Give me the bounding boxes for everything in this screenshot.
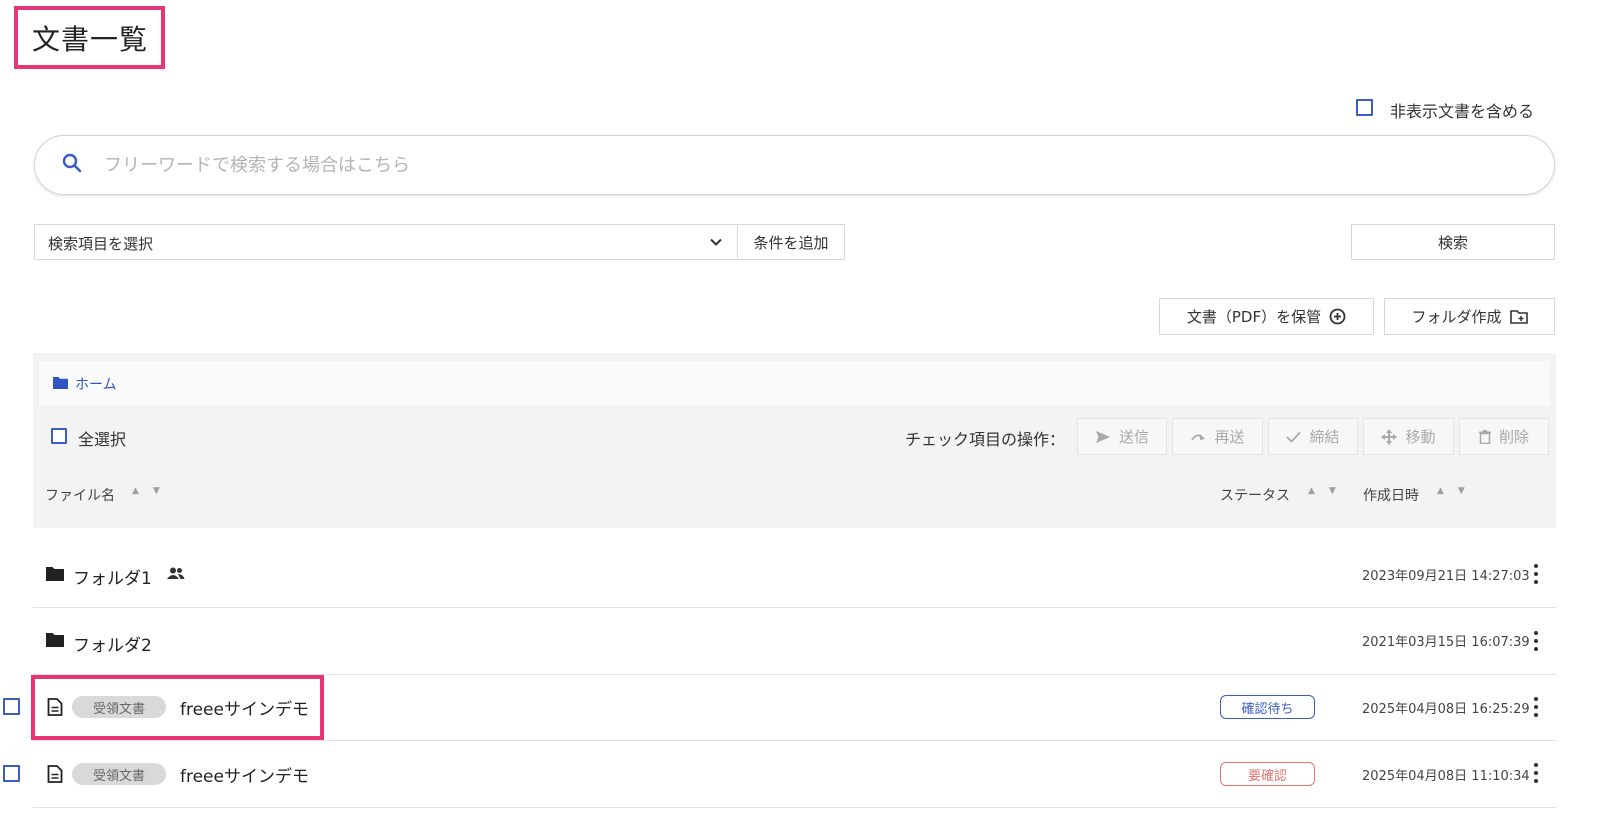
include-hidden-label[interactable]: 非表示文書を含める [1390, 98, 1534, 122]
table-row-date: 2025年04月08日 16:25:29 [1362, 702, 1530, 717]
select-all-checkbox[interactable] [51, 428, 67, 444]
check-icon [1286, 431, 1302, 443]
more-options-icon[interactable] [1533, 763, 1539, 783]
search-input[interactable] [104, 151, 1504, 179]
row-checkbox[interactable] [3, 698, 20, 715]
delete-label: 削除 [1498, 428, 1529, 446]
create-folder-label: フォルダ作成 [1411, 308, 1502, 326]
send-button[interactable]: 送信 [1077, 418, 1167, 455]
sort-arrows-icon[interactable]: ▲▼ [1437, 486, 1479, 496]
search-button[interactable]: 検索 [1351, 224, 1555, 260]
row-divider [33, 607, 1556, 608]
status-badge: 要確認 [1220, 762, 1315, 786]
sort-arrows-icon[interactable]: ▲▼ [132, 486, 174, 496]
column-header-status[interactable]: ステータス [1220, 485, 1290, 505]
chevron-down-icon[interactable] [708, 234, 724, 250]
move-button[interactable]: 移動 [1363, 418, 1454, 455]
move-icon [1381, 428, 1398, 445]
include-hidden-checkbox[interactable] [1356, 99, 1373, 116]
send-label: 送信 [1118, 428, 1149, 446]
folder-icon [46, 633, 64, 647]
folder-icon [46, 567, 64, 581]
resend-button[interactable]: 再送 [1172, 418, 1263, 455]
search-icon [62, 153, 82, 173]
row-divider [33, 807, 1556, 808]
row-divider [33, 740, 1556, 741]
table-row-name[interactable]: freeeサインデモ [180, 762, 309, 787]
table-row-date: 2023年09月21日 14:27:03 [1362, 569, 1530, 584]
search-field-select-label: 検索項目を選択 [48, 235, 154, 253]
table-row-name[interactable]: フォルダ2 [73, 631, 152, 656]
column-header-file-name[interactable]: ファイル名 [45, 485, 115, 505]
add-condition-label: 条件を追加 [753, 233, 829, 252]
bulk-operations-label: チェック項目の操作： [905, 430, 1066, 449]
shared-users-icon [167, 567, 185, 579]
document-type-tag: 受領文書 [72, 763, 166, 785]
status-badge: 確認待ち [1220, 695, 1315, 719]
store-pdf-button[interactable]: 文書（PDF）を保管 [1159, 298, 1374, 335]
table-row-date: 2025年04月08日 11:10:34 [1362, 769, 1530, 784]
row-highlight [31, 675, 324, 740]
more-options-icon[interactable] [1533, 564, 1539, 584]
resend-label: 再送 [1214, 428, 1245, 446]
document-icon [47, 765, 63, 783]
delete-button[interactable]: 削除 [1459, 418, 1549, 455]
more-options-icon[interactable] [1533, 697, 1539, 717]
search-button-label: 検索 [1437, 233, 1468, 252]
sort-arrows-icon[interactable]: ▲▼ [1308, 486, 1350, 496]
page-title: 文書一覧 [32, 23, 149, 56]
conclude-label: 締結 [1309, 428, 1340, 446]
folder-icon [53, 377, 68, 389]
move-label: 移動 [1405, 428, 1436, 446]
row-checkbox[interactable] [3, 765, 20, 782]
send-icon [1095, 430, 1110, 443]
trash-icon [1478, 429, 1491, 444]
add-condition-button[interactable]: 条件を追加 [737, 224, 845, 260]
table-row-date: 2021年03月15日 16:07:39 [1362, 635, 1530, 650]
select-all-label[interactable]: 全選択 [78, 426, 126, 450]
column-header-created-at[interactable]: 作成日時 [1363, 485, 1419, 505]
table-row-name[interactable]: フォルダ1 [73, 564, 152, 589]
plus-circle-icon [1329, 308, 1346, 325]
conclude-button[interactable]: 締結 [1268, 418, 1358, 455]
breadcrumb-home[interactable]: ホーム [75, 374, 117, 394]
store-pdf-label: 文書（PDF）を保管 [1186, 308, 1322, 326]
more-options-icon[interactable] [1533, 631, 1539, 651]
breadcrumb [39, 361, 1550, 406]
create-folder-button[interactable]: フォルダ作成 [1384, 298, 1555, 335]
folder-plus-icon [1509, 310, 1528, 324]
redo-icon [1191, 433, 1206, 441]
